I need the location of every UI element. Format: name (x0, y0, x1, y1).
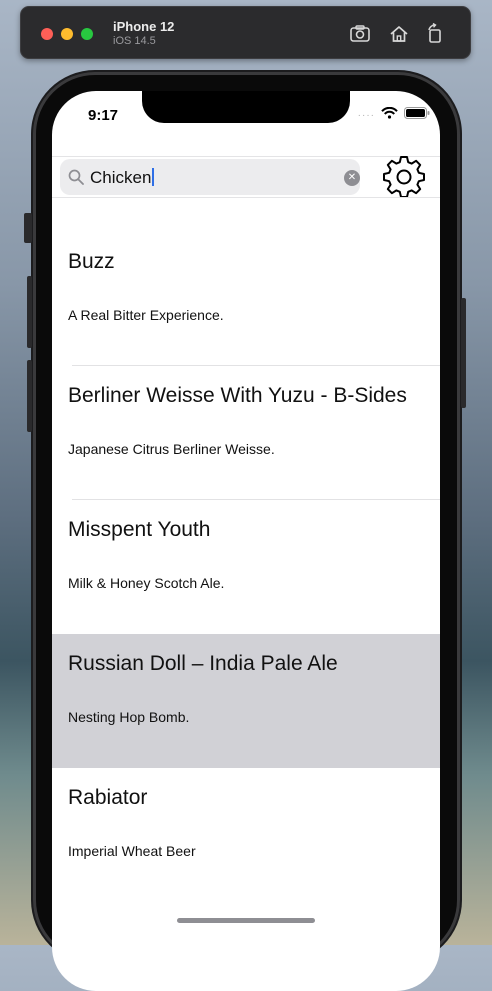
clear-circle-icon[interactable]: ✕ (344, 170, 360, 186)
list-item[interactable]: Buzz A Real Bitter Experience. (52, 232, 440, 366)
power-button (461, 298, 466, 408)
home-icon[interactable] (388, 23, 410, 45)
search-icon (68, 169, 84, 185)
home-indicator[interactable] (177, 918, 315, 923)
text-caret (152, 168, 155, 186)
beer-name: Misspent Youth (68, 518, 211, 541)
simulator-device-name: iPhone 12 (113, 19, 175, 34)
cellular-signal-dots: ···· (357, 109, 375, 121)
simulator-os-version: iOS 14.5 (113, 35, 156, 47)
list-item[interactable]: Berliner Weisse With Yuzu - B-Sides Japa… (52, 366, 440, 500)
phone-screen: 9:17 ···· Chicken ✕ Buzz A Real Bitter E… (52, 91, 440, 991)
list-item[interactable]: Misspent Youth Milk & Honey Scotch Ale. (52, 500, 440, 634)
beer-tagline: Imperial Wheat Beer (68, 843, 196, 859)
search-input[interactable]: Chicken (90, 168, 155, 188)
list-item-selected[interactable]: Russian Doll – India Pale Ale Nesting Ho… (52, 634, 440, 768)
list-item[interactable]: Rabiator Imperial Wheat Beer (52, 768, 440, 902)
notch (142, 91, 350, 123)
beer-tagline: Nesting Hop Bomb. (68, 709, 190, 725)
beer-tagline: Milk & Honey Scotch Ale. (68, 575, 225, 591)
status-indicators: ···· (357, 106, 430, 124)
simulator-toolbar: iPhone 12 iOS 14.5 (20, 6, 471, 59)
search-value: Chicken (90, 168, 152, 187)
beer-list: Buzz A Real Bitter Experience. Berliner … (52, 232, 440, 902)
beer-name: Buzz (68, 250, 115, 273)
rotate-icon[interactable] (424, 22, 446, 45)
search-bar-top-border (52, 156, 440, 157)
search-bar-bottom-border (52, 197, 440, 198)
beer-name: Rabiator (68, 786, 148, 809)
status-time: 9:17 (88, 107, 119, 124)
ringer-switch (24, 213, 32, 243)
zoom-window-button[interactable] (81, 28, 93, 40)
volume-up-button (27, 276, 32, 348)
camera-icon[interactable] (349, 23, 371, 45)
search-field[interactable]: Chicken ✕ (60, 159, 360, 195)
volume-down-button (27, 360, 32, 432)
gear-icon[interactable] (383, 156, 425, 198)
beer-name: Berliner Weisse With Yuzu - B-Sides (68, 384, 407, 407)
close-window-button[interactable] (41, 28, 53, 40)
beer-name: Russian Doll – India Pale Ale (68, 652, 338, 675)
battery-icon (404, 106, 430, 124)
minimize-window-button[interactable] (61, 28, 73, 40)
wifi-icon (381, 106, 398, 124)
beer-tagline: A Real Bitter Experience. (68, 307, 224, 323)
beer-tagline: Japanese Citrus Berliner Weisse. (68, 441, 275, 457)
